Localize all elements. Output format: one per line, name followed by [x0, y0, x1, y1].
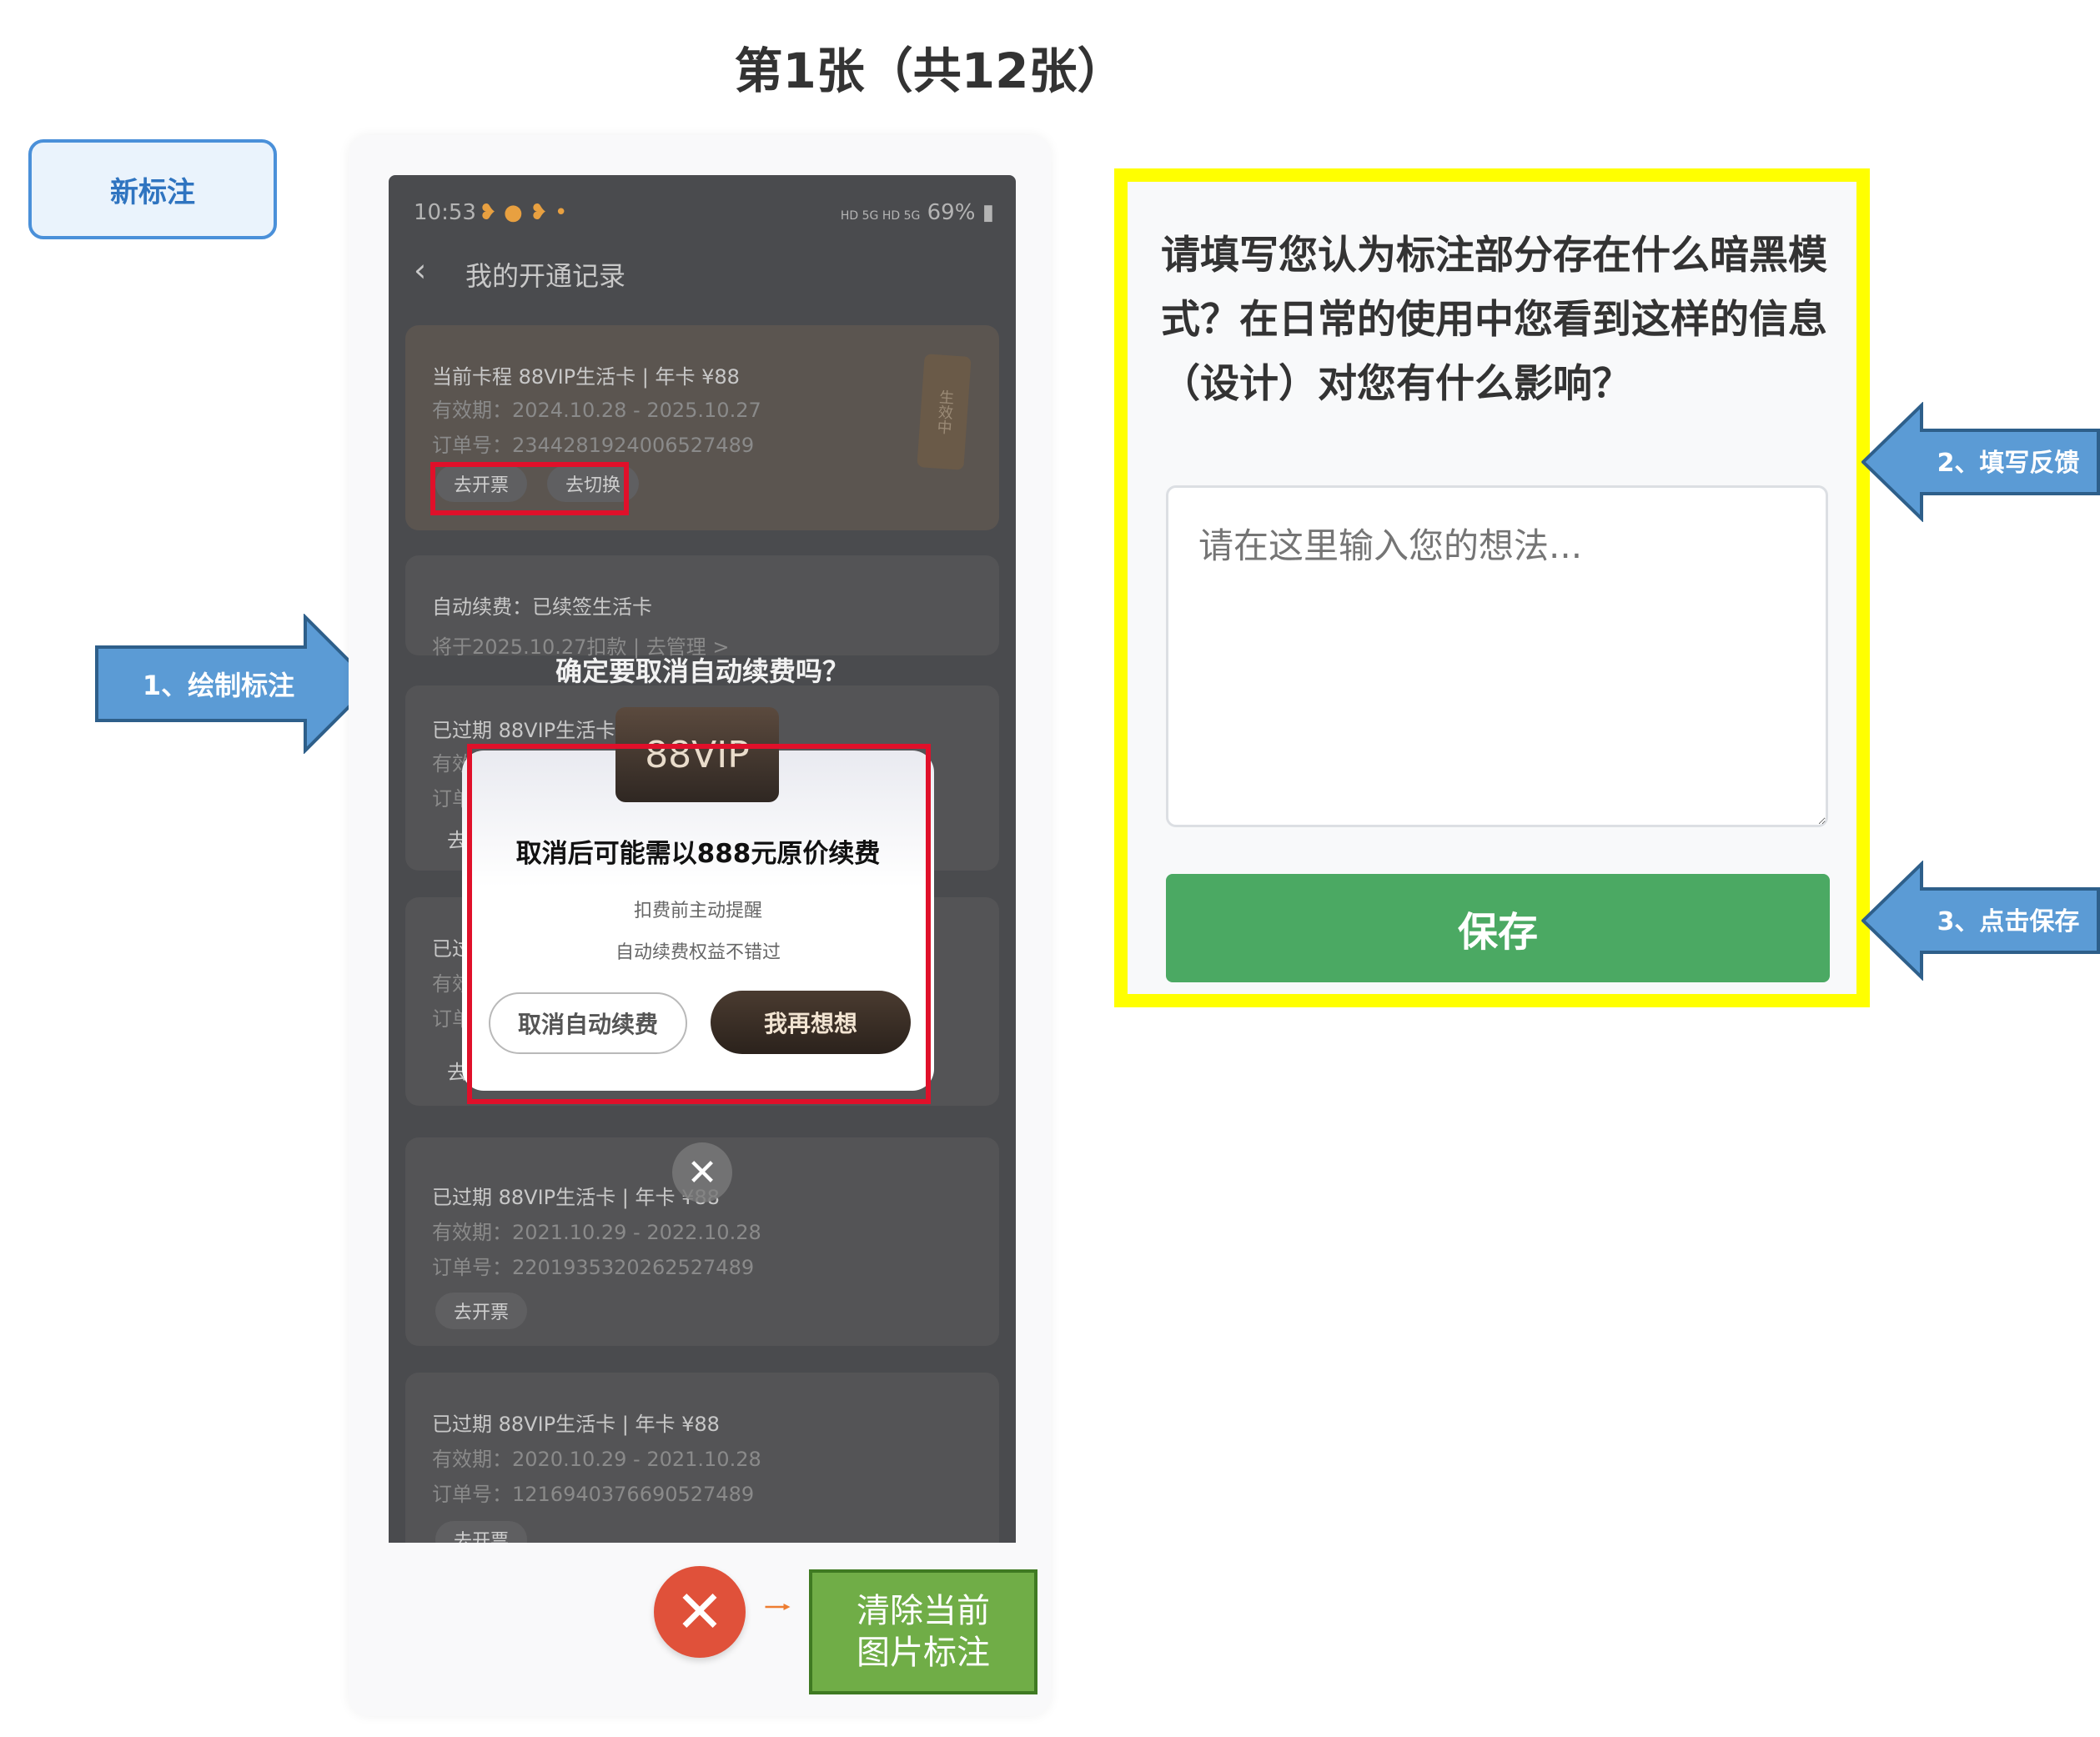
battery-icon: ▮ — [982, 200, 994, 225]
step2-callout-label: 2、填写反馈 — [1937, 449, 2080, 478]
auto-renew-card[interactable]: 自动续费：已续签生活卡 将于2025.10.27扣款 | 去管理 > — [405, 555, 999, 659]
card-title: 已过期 88VIP生活卡 | 年卡 ¥88 — [432, 1413, 720, 1436]
card-order: 订单号：2344281924006527489 — [432, 434, 755, 457]
annotation-box-1[interactable] — [430, 462, 629, 515]
signal-icon: HD 5G HD 5G — [840, 209, 921, 223]
clear-label-line2: 图片标注 — [857, 1634, 990, 1672]
clear-arrow-icon — [765, 1604, 791, 1610]
card-title: 当前卡程 88VIP生活卡 | 年卡 ¥88 — [432, 365, 740, 389]
feedback-textarea[interactable] — [1166, 485, 1828, 827]
step3-callout-arrow: 3、点击保存 — [1861, 861, 2100, 981]
back-arrow-icon[interactable]: ‹ — [414, 252, 426, 289]
step2-callout-arrow: 2、填写反馈 — [1861, 402, 2100, 522]
new-annotation-button[interactable]: 新标注 — [28, 139, 277, 239]
active-stamp: 生效中 — [917, 354, 972, 470]
dialog-heading: 确定要取消自动续费吗？ — [555, 655, 849, 687]
card-order: 订单号：2201935320262527489 — [432, 1256, 755, 1279]
invoice-button[interactable]: 去开票 — [435, 1521, 527, 1543]
expired-card: 已过期 88VIP生活卡 | 年卡 ¥88 有效期：2020.10.29 - 2… — [405, 1373, 999, 1543]
card-validity: 有效期：2020.10.29 - 2021.10.28 — [432, 1448, 761, 1471]
dialog-close-icon[interactable]: ✕ — [672, 1142, 732, 1202]
card-validity: 有效期：2021.10.29 - 2022.10.28 — [432, 1221, 761, 1244]
annotation-box-2[interactable] — [467, 744, 931, 1104]
save-button[interactable]: 保存 — [1166, 874, 1830, 982]
battery-level: 69% — [927, 200, 976, 225]
clear-label-line1: 清除当前 — [857, 1592, 990, 1630]
card-title: 已过期 88VIP生活卡 — [432, 719, 616, 742]
status-time: 10:53 — [414, 200, 476, 225]
step1-callout-label: 1、绘制标注 — [143, 670, 294, 701]
card-validity: 有效期：2024.10.28 - 2025.10.27 — [432, 399, 761, 422]
invoice-button[interactable]: 去开票 — [435, 1293, 527, 1329]
feedback-panel: 请填写您认为标注部分存在什么暗黑模式？在日常的使用中您看到这样的信息（设计）对您… — [1114, 168, 1870, 1007]
card-order: 订单号：1216940376690527489 — [432, 1483, 755, 1506]
notification-icons: ❥ ● ❥ • — [479, 200, 568, 225]
status-right: HD 5G HD 5G 69% ▮ — [841, 200, 994, 225]
status-bar: 10:53 ❥ ● ❥ • HD 5G HD 5G 69% ▮ — [414, 200, 994, 233]
page-title: 第1张（共12张） — [734, 43, 1126, 99]
step3-callout-label: 3、点击保存 — [1937, 907, 2080, 936]
phone-screenshot[interactable]: 10:53 ❥ ● ❥ • HD 5G HD 5G 69% ▮ ‹ 我的开通记录… — [389, 175, 1016, 1543]
auto-renew-title: 自动续费：已续签生活卡 — [432, 595, 652, 619]
clear-annotations-button[interactable]: ✕ — [654, 1566, 746, 1658]
nav-title: 我的开通记录 — [465, 260, 626, 292]
step1-callout-arrow: 1、绘制标注 — [95, 614, 374, 754]
feedback-question: 请填写您认为标注部分存在什么暗黑模式？在日常的使用中您看到这样的信息（设计）对您… — [1161, 233, 1827, 407]
clear-annotations-label: 清除当前 图片标注 — [809, 1569, 1037, 1694]
